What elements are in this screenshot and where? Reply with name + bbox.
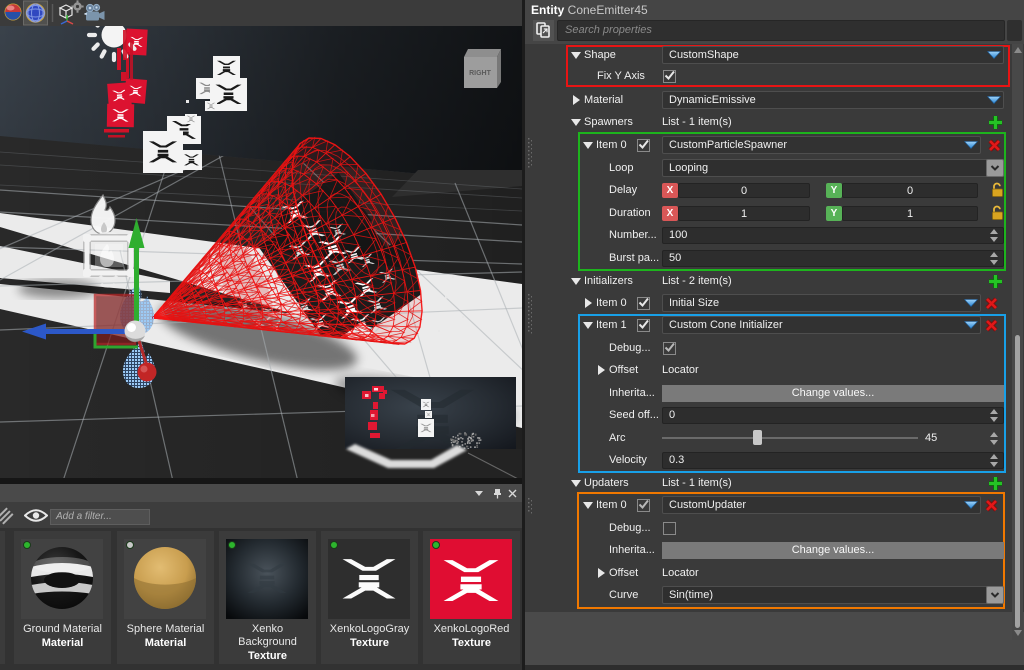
svg-text:RIGHT: RIGHT (469, 70, 492, 77)
